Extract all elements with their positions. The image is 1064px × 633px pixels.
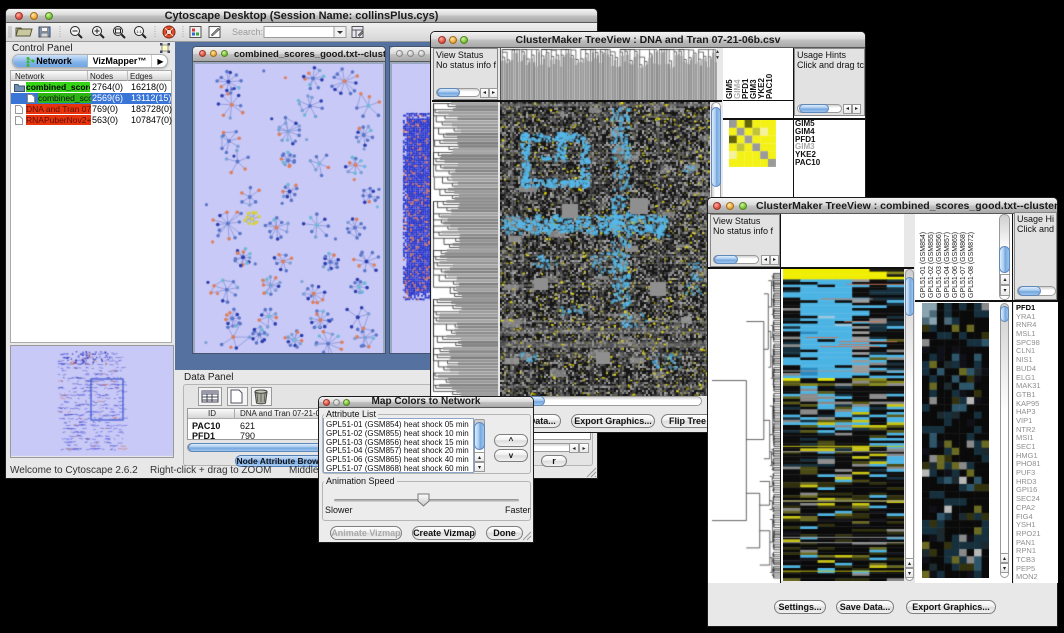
svg-text:1:1: 1:1	[136, 29, 142, 34]
svg-text:Search:: Search:	[232, 27, 263, 37]
